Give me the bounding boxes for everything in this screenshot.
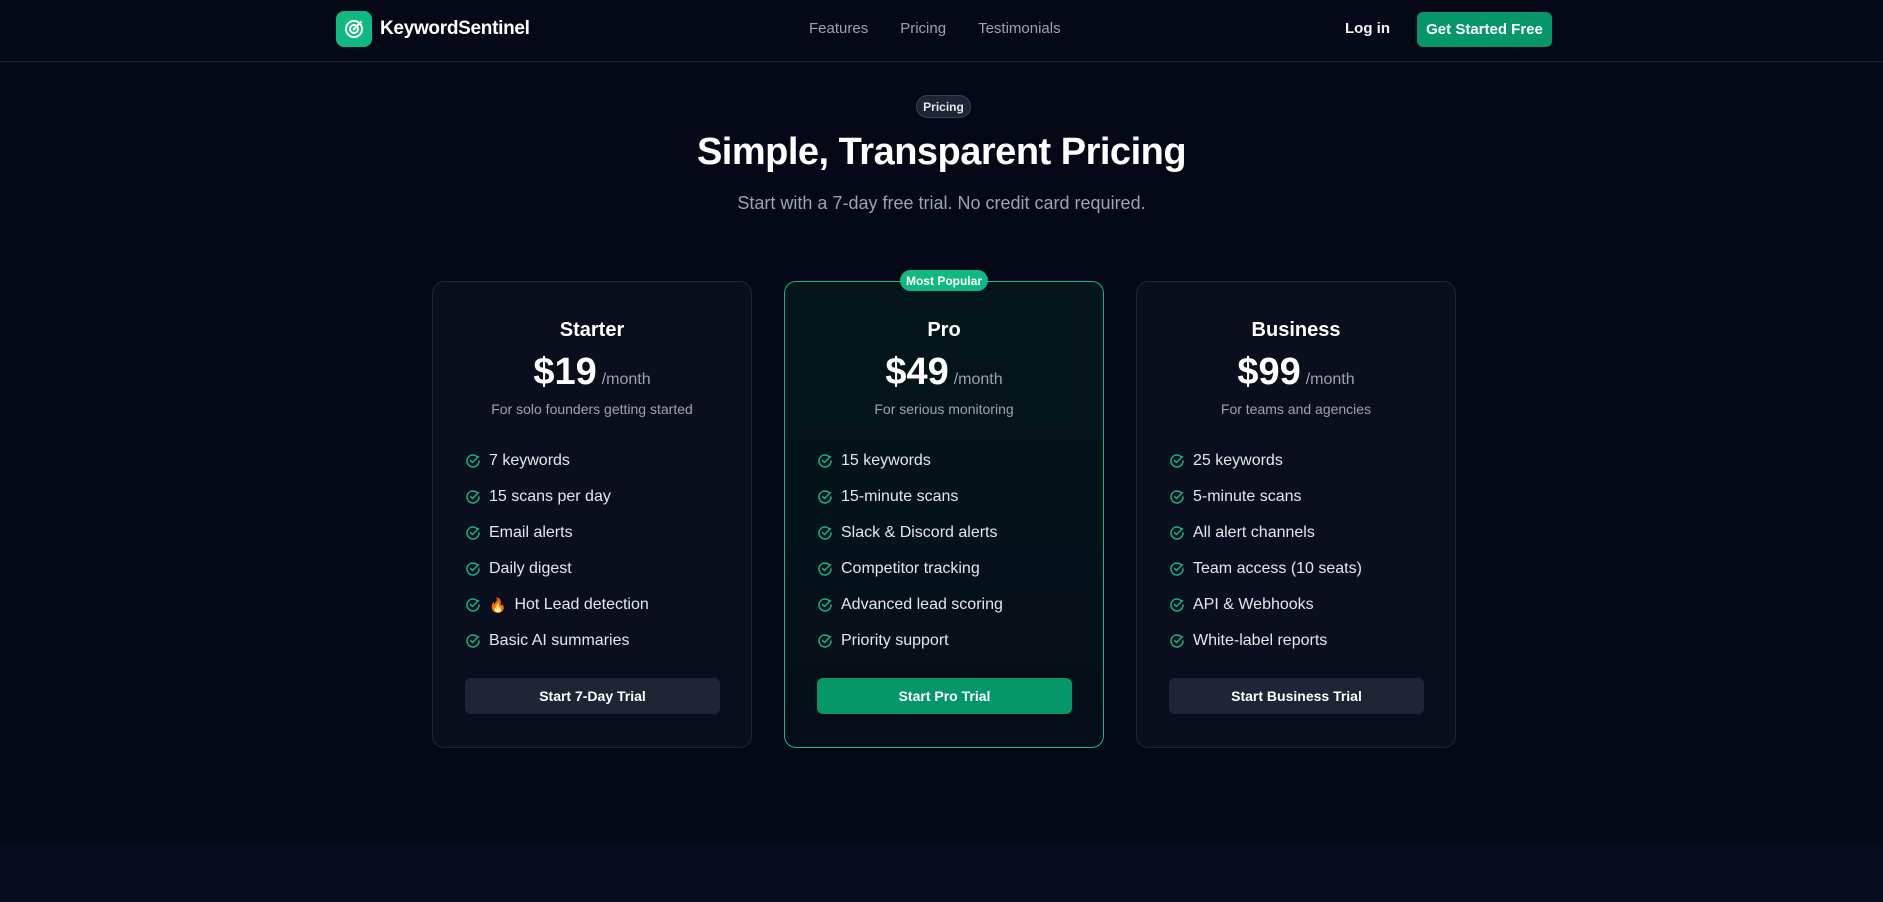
- feature-label: 15-minute scans: [841, 488, 959, 505]
- feature-list: 25 keywords 5-minute scans All alert cha…: [1169, 443, 1362, 659]
- brand-link[interactable]: KeywordSentinel: [336, 11, 530, 47]
- feature-label: Basic AI summaries: [489, 632, 630, 649]
- feature-label: Hot Lead detection: [514, 596, 649, 613]
- check-circle-icon: [817, 561, 833, 577]
- feature-item: All alert channels: [1169, 515, 1362, 551]
- feature-item: 5-minute scans: [1169, 479, 1362, 515]
- section-pill: Pricing: [916, 95, 971, 118]
- feature-item: 15 scans per day: [465, 479, 649, 515]
- start-starter-trial-button[interactable]: Start 7-Day Trial: [465, 678, 720, 714]
- check-circle-icon: [1169, 633, 1185, 649]
- check-circle-icon: [817, 489, 833, 505]
- price-row: $19 /month: [433, 351, 751, 394]
- check-circle-icon: [465, 633, 481, 649]
- feature-label: Email alerts: [489, 524, 573, 541]
- nav-link-features[interactable]: Features: [809, 20, 868, 37]
- feature-item: Priority support: [817, 623, 1003, 659]
- plan-price: $49: [885, 351, 949, 393]
- check-circle-icon: [465, 489, 481, 505]
- check-circle-icon: [465, 453, 481, 469]
- feature-item: 15-minute scans: [817, 479, 1003, 515]
- feature-item: White-label reports: [1169, 623, 1362, 659]
- page-subtitle: Start with a 7-day free trial. No credit…: [737, 193, 1146, 213]
- top-navbar: KeywordSentinel Features Pricing Testimo…: [0, 0, 1883, 62]
- feature-item: API & Webhooks: [1169, 587, 1362, 623]
- start-business-trial-button[interactable]: Start Business Trial: [1169, 678, 1424, 714]
- feature-label: 15 scans per day: [489, 488, 611, 505]
- price-row: $49 /month: [785, 351, 1103, 394]
- plan-card-starter: Starter $19 /month For solo founders get…: [432, 281, 752, 748]
- nav-links: Features Pricing Testimonials: [809, 20, 1093, 37]
- brand-name: KeywordSentinel: [380, 18, 530, 39]
- plan-name: Business: [1251, 319, 1341, 341]
- feature-label: Advanced lead scoring: [841, 596, 1003, 613]
- price-row: $99 /month: [1137, 351, 1455, 394]
- check-circle-icon: [465, 525, 481, 541]
- nav-link-testimonials[interactable]: Testimonials: [978, 20, 1061, 37]
- check-circle-icon: [817, 525, 833, 541]
- feature-item: Advanced lead scoring: [817, 587, 1003, 623]
- check-circle-icon: [465, 597, 481, 613]
- check-circle-icon: [465, 561, 481, 577]
- feature-list: 15 keywords 15-minute scans Slack & Disc…: [817, 443, 1003, 659]
- plan-name: Pro: [927, 319, 961, 341]
- plan-name: Starter: [559, 319, 625, 341]
- plan-period: /month: [601, 371, 651, 388]
- target-icon: [336, 11, 372, 47]
- check-circle-icon: [1169, 489, 1185, 505]
- feature-item: Team access (10 seats): [1169, 551, 1362, 587]
- check-circle-icon: [1169, 525, 1185, 541]
- plan-period: /month: [953, 371, 1003, 388]
- feature-list: 7 keywords 15 scans per day Email alerts…: [465, 443, 649, 659]
- get-started-button[interactable]: Get Started Free: [1417, 12, 1552, 47]
- check-circle-icon: [1169, 561, 1185, 577]
- plan-period: /month: [1305, 371, 1355, 388]
- feature-label: Priority support: [841, 632, 949, 649]
- feature-label: All alert channels: [1193, 524, 1315, 541]
- plan-price: $19: [533, 351, 597, 393]
- start-pro-trial-button[interactable]: Start Pro Trial: [817, 678, 1072, 714]
- feature-label: Competitor tracking: [841, 560, 980, 577]
- feature-label: White-label reports: [1193, 632, 1328, 649]
- nav-link-pricing[interactable]: Pricing: [900, 20, 946, 37]
- most-popular-badge: Most Popular: [900, 270, 988, 291]
- feature-item: Daily digest: [465, 551, 649, 587]
- plan-description: For serious monitoring: [874, 401, 1014, 417]
- feature-label: 5-minute scans: [1193, 488, 1302, 505]
- plan-description: For solo founders getting started: [491, 401, 693, 417]
- feature-label: 15 keywords: [841, 452, 931, 469]
- feature-item: 🔥 Hot Lead detection: [465, 587, 649, 623]
- check-circle-icon: [1169, 597, 1185, 613]
- plan-price: $99: [1237, 351, 1301, 393]
- plan-description: For teams and agencies: [1220, 401, 1372, 417]
- feature-label: 7 keywords: [489, 452, 570, 469]
- check-circle-icon: [817, 597, 833, 613]
- plan-card-business: Business $99 /month For teams and agenci…: [1136, 281, 1456, 748]
- login-link[interactable]: Log in: [1345, 20, 1390, 37]
- feature-item: Competitor tracking: [817, 551, 1003, 587]
- check-circle-icon: [1169, 453, 1185, 469]
- plan-card-pro: Most Popular Pro $49 /month For serious …: [784, 270, 1104, 748]
- page-title: Simple, Transparent Pricing: [696, 131, 1187, 173]
- check-circle-icon: [817, 453, 833, 469]
- feature-label: Slack & Discord alerts: [841, 524, 998, 541]
- next-section-band: [0, 843, 1883, 902]
- feature-item: Slack & Discord alerts: [817, 515, 1003, 551]
- feature-label: API & Webhooks: [1193, 596, 1314, 613]
- feature-item: 25 keywords: [1169, 443, 1362, 479]
- fire-icon: 🔥: [489, 596, 507, 613]
- feature-item: 7 keywords: [465, 443, 649, 479]
- feature-item: Basic AI summaries: [465, 623, 649, 659]
- feature-label: Team access (10 seats): [1193, 560, 1362, 577]
- feature-label: Daily digest: [489, 560, 572, 577]
- check-circle-icon: [817, 633, 833, 649]
- feature-item: Email alerts: [465, 515, 649, 551]
- feature-item: 15 keywords: [817, 443, 1003, 479]
- feature-label: 25 keywords: [1193, 452, 1283, 469]
